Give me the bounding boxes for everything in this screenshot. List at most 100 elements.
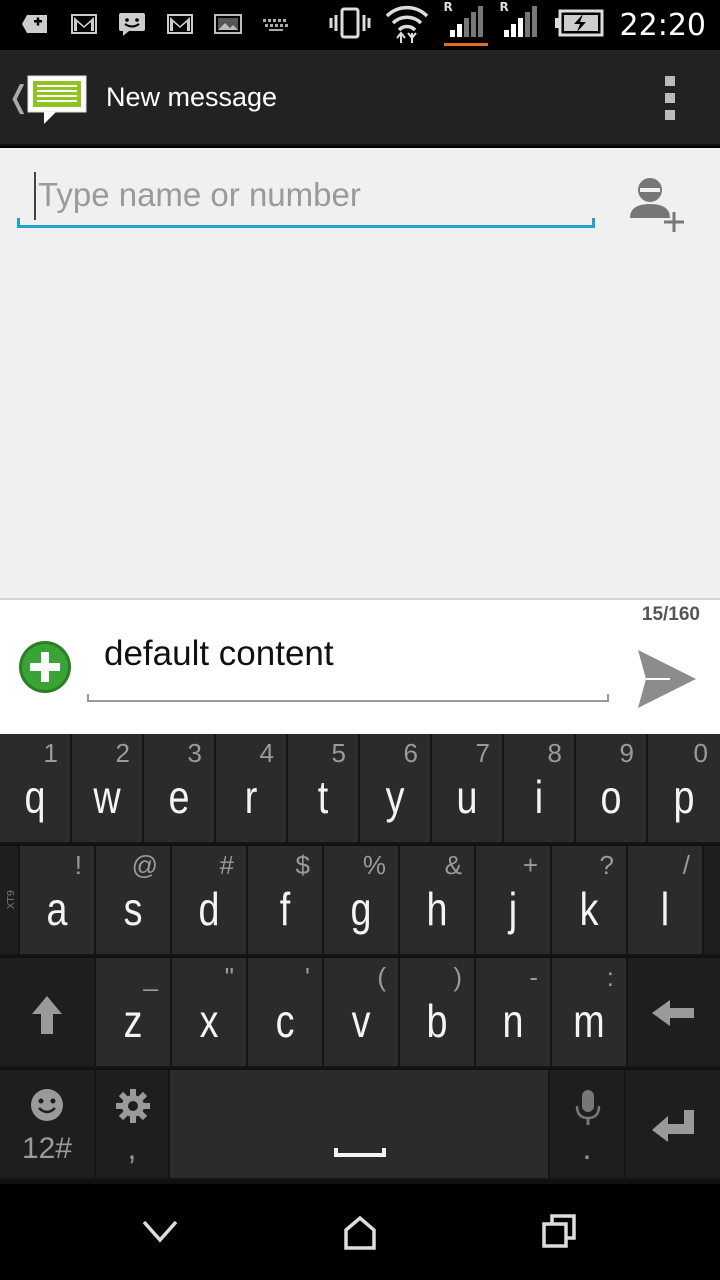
key-i[interactable]: 8i (504, 734, 576, 844)
backspace-arrow-icon (652, 1000, 694, 1026)
attach-plus-icon[interactable] (18, 640, 72, 694)
enter-key[interactable] (626, 1070, 720, 1180)
key-hint: 2 (115, 738, 130, 768)
symbols-label: 12# (21, 1132, 73, 1165)
key-hint: 4 (259, 738, 274, 768)
key-label: c (275, 995, 295, 1047)
key-label: i (534, 771, 544, 823)
settings-comma-key[interactable]: , (96, 1070, 170, 1180)
key-label: j (508, 883, 518, 935)
key-label: k (579, 883, 599, 935)
key-hint: / (682, 850, 690, 880)
key-label: w (93, 771, 121, 823)
key-z[interactable]: _ z (96, 958, 172, 1068)
key-hint: 5 (331, 738, 346, 768)
character-counter: 15/160 (641, 604, 700, 625)
key-d[interactable]: # d (172, 846, 248, 956)
key-spacer (704, 846, 720, 956)
key-label: f (279, 883, 291, 935)
key-h[interactable]: & h (400, 846, 476, 956)
period-label: . (582, 1130, 592, 1166)
key-hint: ? (599, 850, 614, 880)
key-u[interactable]: 7u (432, 734, 504, 844)
key-hint: 1 (43, 738, 58, 768)
add-notification-icon (20, 10, 52, 38)
key-label: r (244, 771, 258, 823)
key-x[interactable]: " x (172, 958, 248, 1068)
enter-arrow-icon (652, 1110, 694, 1142)
key-w[interactable]: 2w (72, 734, 144, 844)
clock: 22:20 (619, 7, 706, 43)
key-label: x (199, 995, 219, 1047)
backspace-key[interactable] (628, 958, 720, 1068)
space-key[interactable] (170, 1070, 550, 1180)
action-bar: ❬ New message (0, 50, 720, 146)
key-a[interactable]: ! a (20, 846, 96, 956)
key-s[interactable]: @ s (96, 846, 172, 956)
notification-icons (20, 10, 292, 38)
key-label: a (46, 883, 68, 935)
key-hint: - (529, 962, 538, 992)
send-icon[interactable] (636, 648, 698, 710)
key-l[interactable]: / l (628, 846, 704, 956)
status-bar: R R 22:20 (0, 0, 720, 50)
key-v[interactable]: (v (324, 958, 400, 1068)
key-n[interactable]: -n (476, 958, 552, 1068)
key-g[interactable]: % g (324, 846, 400, 956)
key-m[interactable]: :m (552, 958, 628, 1068)
key-q[interactable]: 1q (0, 734, 72, 844)
shift-key[interactable] (0, 958, 96, 1068)
key-hint: ! (74, 850, 82, 880)
messaging-app-icon[interactable] (26, 72, 88, 130)
compose-area: 15/160 default content (0, 598, 720, 734)
key-o[interactable]: 9o (576, 734, 648, 844)
key-p[interactable]: 0p (648, 734, 720, 844)
soft-keyboard: 1q 2w 3e 4r 5t 6y 7u 8i 9o 0p XT9 ! a @ s … (0, 734, 720, 1184)
signal-roaming-icon: R (442, 0, 488, 46)
key-label: q (24, 771, 46, 823)
voice-period-key[interactable]: . (550, 1070, 626, 1180)
back-icon[interactable] (138, 1212, 182, 1252)
add-contact-icon[interactable] (628, 174, 692, 236)
key-label: s (123, 883, 143, 935)
roaming-label: R (499, 0, 509, 14)
key-hint: 6 (403, 738, 418, 768)
recipient-input[interactable]: Type name or number (17, 170, 595, 228)
key-label: l (660, 883, 670, 935)
microphone-icon (575, 1090, 601, 1125)
recipient-placeholder: Type name or number (38, 176, 361, 213)
key-f[interactable]: $ f (248, 846, 324, 956)
message-input[interactable]: default content (87, 630, 609, 702)
image-icon (212, 10, 244, 38)
key-label: z (123, 995, 143, 1047)
roaming-label: R (443, 0, 453, 14)
key-b[interactable]: ) b (400, 958, 476, 1068)
key-c[interactable]: ' c (248, 958, 324, 1068)
key-label: g (350, 883, 372, 935)
xt9-label: XT9 (6, 889, 18, 910)
key-hint: _ (143, 962, 158, 992)
key-hint: " (224, 962, 234, 992)
battery-charging-icon (554, 8, 604, 42)
key-j[interactable]: + j (476, 846, 552, 956)
overflow-menu-icon[interactable] (662, 76, 678, 120)
key-hint: : (606, 962, 614, 992)
text-cursor (34, 172, 36, 220)
key-t[interactable]: 5t (288, 734, 360, 844)
key-label: n (502, 995, 524, 1047)
symbols-emoji-key[interactable]: 12# (0, 1070, 96, 1180)
key-e[interactable]: 3e (144, 734, 216, 844)
message-text: default content (104, 634, 334, 673)
key-label: d (198, 883, 220, 935)
key-k[interactable]: ? k (552, 846, 628, 956)
comma-label: , (127, 1130, 137, 1166)
home-icon[interactable] (338, 1212, 382, 1252)
recent-apps-icon[interactable] (538, 1212, 582, 1252)
key-r[interactable]: 4r (216, 734, 288, 844)
key-label: p (673, 771, 695, 823)
key-y[interactable]: 6y (360, 734, 432, 844)
key-hint: 3 (187, 738, 202, 768)
key-hint: # (219, 850, 234, 880)
key-hint: 9 (619, 738, 634, 768)
keyboard-row-3: _ z " x ' c (v ) b -n :m (0, 958, 720, 1070)
